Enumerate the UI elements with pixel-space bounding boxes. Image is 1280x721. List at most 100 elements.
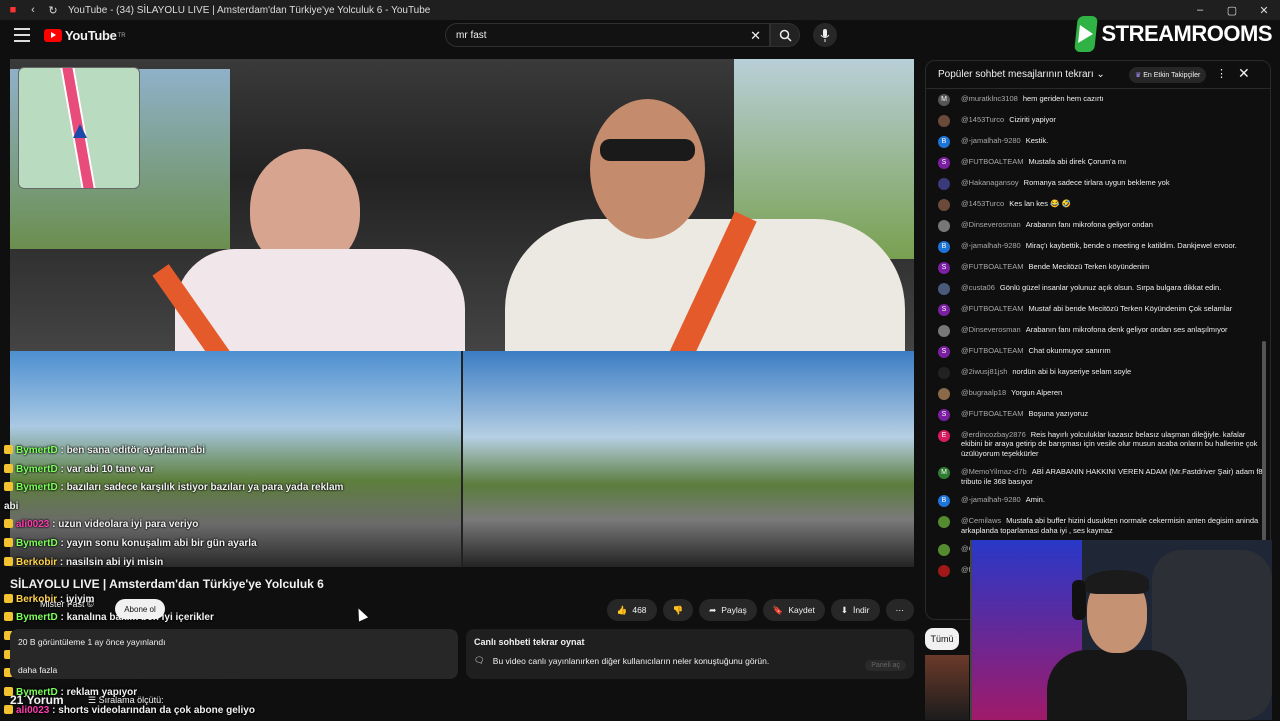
chat-author[interactable]: @-jamalhah-9280 (961, 136, 1021, 145)
chat-message[interactable]: S @FUTBOALTEAM Mustaf abi bende Mecitözü T… (938, 299, 1264, 320)
chat-author[interactable]: @FUTBOALTEAM (961, 262, 1023, 271)
avatar[interactable]: S (938, 156, 950, 169)
chat-author[interactable]: @erdincozbay2876 (961, 430, 1026, 439)
chat-author[interactable]: @FUTBOALTEAM (961, 346, 1023, 355)
chat-author[interactable]: @muratklnc3108 (961, 94, 1018, 103)
avatar[interactable] (938, 516, 950, 528)
chat-message[interactable]: @custa06 Gönlü güzel insanlar yolunuz açı… (938, 278, 1264, 299)
like-button[interactable]: 👍 468 (606, 599, 657, 621)
avatar[interactable]: S (938, 345, 950, 358)
chat-mode-dropdown[interactable]: Popüler sohbet mesajlarının tekrarı ⌄ (938, 69, 1105, 80)
chat-author[interactable]: @1453Turco (961, 115, 1004, 124)
avatar[interactable]: M (938, 93, 950, 106)
avatar[interactable] (938, 114, 950, 127)
clear-search-icon[interactable]: ✕ (750, 28, 761, 44)
avatar[interactable]: B (938, 240, 950, 253)
chat-author[interactable]: @Hakanagansoy (961, 178, 1019, 187)
chat-author[interactable]: @-jamalhah-9280 (961, 495, 1021, 504)
avatar[interactable]: M (938, 467, 950, 479)
chat-author[interactable]: @1453Turco (961, 199, 1004, 208)
youtube-logo[interactable]: YouTube TR (44, 28, 126, 43)
chat-message[interactable]: @Hakanagansoy Romanya sadece tirlara uygu… (938, 173, 1264, 194)
reload-icon[interactable]: ↻ (46, 3, 60, 17)
chat-scrollbar[interactable] (1262, 91, 1266, 591)
filter-chip-all[interactable]: Tümü (925, 628, 959, 650)
menu-icon[interactable] (14, 28, 30, 42)
chat-message[interactable]: S @FUTBOALTEAM Chat okunmuyor sanırım (938, 341, 1264, 362)
close-chat-icon[interactable]: ✕ (1238, 65, 1250, 82)
chat-author[interactable]: @MemoYilmaz-d7b (961, 467, 1027, 476)
avatar[interactable] (938, 544, 950, 556)
video-title: SİLAYOLU LIVE | Amsterdam'dan Türkiye'ye… (10, 577, 324, 591)
dislike-button[interactable]: 👎 (662, 599, 694, 621)
chat-bubble-icon: 🗨 (474, 655, 485, 665)
chat-message[interactable]: @Dinseverosman Arabanın fanı mikrofona de… (938, 320, 1264, 341)
chat-message[interactable]: M @muratklnc3108 hem geriden hem cazırtı (938, 89, 1264, 110)
avatar[interactable]: E (938, 429, 950, 442)
chat-message[interactable]: B @-jamalhah-9280 Amin. (938, 491, 1264, 512)
avatar[interactable] (938, 565, 950, 577)
chat-author[interactable]: @bugraalp18 (961, 388, 1006, 397)
chat-message[interactable]: @1453Turco Kes lan kes 😂 🤣 (938, 194, 1264, 215)
voice-search-button[interactable] (813, 23, 837, 47)
show-more-link[interactable]: daha fazla (18, 665, 450, 675)
chat-message[interactable]: M @MemoYilmaz-d7b ABİ ARABANIN HAKKINI VER… (938, 463, 1264, 491)
avatar[interactable]: B (938, 135, 950, 148)
chat-menu-icon[interactable]: ⋮ (1216, 67, 1227, 80)
avatar[interactable]: S (938, 261, 950, 274)
search-value: mr fast (456, 30, 487, 41)
chat-author[interactable]: @FUTBOALTEAM (961, 304, 1023, 313)
top-fans-pill[interactable]: ♛ En Etkin Takipçiler (1129, 67, 1207, 83)
chat-message[interactable]: E @erdincozbay2876 Reis hayırlı yolculukla… (938, 425, 1264, 463)
chat-message[interactable]: @1453Turco Ciziriti yapiyor (938, 110, 1264, 131)
related-video-thumbnail[interactable] (925, 655, 969, 720)
chat-author[interactable]: @FUTBOALTEAM (961, 409, 1023, 418)
chat-message[interactable]: @Cemilaws Mustafa abi buffer hizini dusuk… (938, 512, 1264, 540)
avatar[interactable] (938, 198, 950, 211)
avatar[interactable] (938, 177, 950, 190)
avatar[interactable] (938, 219, 950, 232)
open-panel-button[interactable]: Paneli aç (865, 660, 906, 671)
channel-name[interactable]: Mister Fast © (40, 599, 94, 609)
chat-message[interactable]: @Dinseverosman Arabanın fanı mikrofona ge… (938, 215, 1264, 236)
avatar[interactable]: B (938, 495, 950, 507)
share-button[interactable]: ➦ Paylaş (699, 599, 757, 621)
avatar[interactable] (938, 282, 950, 295)
chat-author[interactable]: @Dinseverosman (961, 220, 1021, 229)
search-button[interactable] (770, 23, 800, 47)
chat-text: Amin. (1025, 495, 1045, 504)
chat-message-list: M @muratklnc3108 hem geriden hem cazırtı @1… (926, 89, 1270, 582)
description-box[interactable]: 20 B görüntüleme 1 ay önce yayınlandı da… (10, 629, 458, 679)
chat-message[interactable]: S @FUTBOALTEAM Bende Mecitözü Terken köyün… (938, 257, 1264, 278)
overlay-chat-text: : uzun videolara iyi para veriyo (52, 519, 199, 531)
back-icon[interactable]: ‹ (26, 3, 40, 17)
avatar[interactable] (938, 366, 950, 379)
avatar[interactable] (938, 324, 950, 337)
chat-author[interactable]: @Dinseverosman (961, 325, 1021, 334)
save-button[interactable]: 🔖 Kaydet (762, 599, 825, 621)
avatar[interactable]: S (938, 303, 950, 316)
chat-message[interactable]: @bugraalp18 Yorgun Alperen (938, 383, 1264, 404)
chat-author[interactable]: @FUTBOALTEAM (961, 157, 1023, 166)
chat-message[interactable]: @2iwusj81jsh nordün abi bi kayseriye sela… (938, 362, 1264, 383)
bookmark-icon: 🔖 (772, 604, 784, 615)
chat-header-label: Popüler sohbet mesajlarının tekrarı (938, 69, 1094, 80)
chat-message[interactable]: S @FUTBOALTEAM Boşuna yazıyoruz (938, 404, 1264, 425)
chat-author[interactable]: @2iwusj81jsh (961, 367, 1007, 376)
navigation-arrow-icon (73, 124, 87, 138)
overlay-chat-user: BymertD (16, 482, 58, 494)
chat-author[interactable]: @custa06 (961, 283, 995, 292)
chat-message[interactable]: B @-jamalhah-9280 Kestik. (938, 131, 1264, 152)
more-actions-button[interactable]: ⋯ (885, 599, 914, 621)
chat-message[interactable]: S @FUTBOALTEAM Mustafa abi direk Çorum'a m… (938, 152, 1264, 173)
window-title: YouTube - (34) SİLAYOLU LIVE | Amsterdam… (68, 4, 431, 16)
avatar[interactable] (938, 387, 950, 400)
avatar[interactable]: S (938, 408, 950, 421)
download-button[interactable]: ⬇ İndir (830, 599, 880, 621)
sort-by-button[interactable]: ☰ Sıralama ölçütü: (88, 695, 164, 706)
chat-author[interactable]: @-jamalhah-9280 (961, 241, 1021, 250)
subscribe-button[interactable]: Abone ol (115, 599, 165, 619)
search-input[interactable]: mr fast ✕ (445, 23, 770, 47)
chat-message[interactable]: B @-jamalhah-9280 Miraç'ı kaybettik, bende… (938, 236, 1264, 257)
chat-author[interactable]: @Cemilaws (961, 516, 1001, 525)
